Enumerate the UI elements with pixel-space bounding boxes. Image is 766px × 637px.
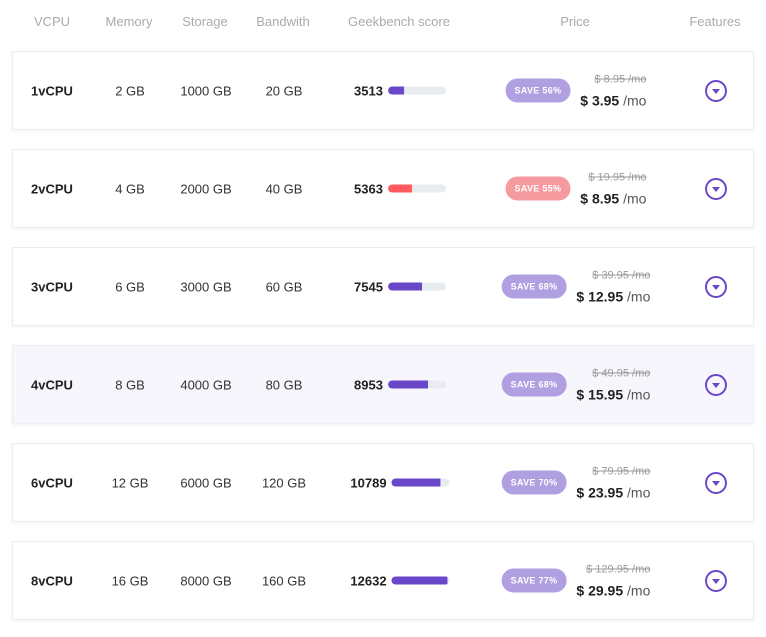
plan-row[interactable]: 1vCPU 2 GB 1000 GB 20 GB 3513 SAVE 56% $… <box>12 51 754 130</box>
bandwidth: 20 GB <box>265 83 303 98</box>
header-memory: Memory <box>105 14 153 29</box>
vcpu: 1vCPU <box>31 83 73 98</box>
score-value: 3513 <box>354 83 383 98</box>
header-vcpu: VCPU <box>33 14 71 29</box>
chevron-down-circle-icon[interactable] <box>705 275 727 298</box>
score-bar-fill <box>387 86 404 95</box>
score-bar-fill <box>387 282 422 291</box>
chevron-down-circle-icon[interactable] <box>705 471 727 494</box>
price: SAVE 56% $ 8.95 /mo $ 3.95 /mo <box>505 73 647 108</box>
header-geekbench: Geekbench score <box>348 14 450 29</box>
plan-row[interactable]: 6vCPU 12 GB 6000 GB 120 GB 10789 SAVE 70… <box>12 443 754 522</box>
score-value: 7545 <box>354 279 383 294</box>
old-price: $ 19.95 /mo <box>588 171 647 183</box>
geekbench-score: 5363 <box>354 181 446 196</box>
current-price: $ 15.95 /mo <box>576 386 651 402</box>
header-storage: Storage <box>182 14 228 29</box>
storage: 4000 GB <box>180 377 232 392</box>
plan-row[interactable]: 4vCPU 8 GB 4000 GB 80 GB 8953 SAVE 68% $… <box>12 345 754 424</box>
save-badge: SAVE 55% <box>505 176 571 201</box>
old-price: $ 79.95 /mo <box>592 465 651 477</box>
current-price: $ 29.95 /mo <box>576 582 651 598</box>
vcpu: 6vCPU <box>31 475 73 490</box>
old-price: $ 129.95 /mo <box>586 563 651 575</box>
plan-row[interactable]: 3vCPU 6 GB 3000 GB 60 GB 7545 SAVE 68% $… <box>12 247 754 326</box>
storage: 1000 GB <box>180 83 232 98</box>
vcpu: 4vCPU <box>31 377 73 392</box>
score-bar <box>387 282 446 291</box>
price: SAVE 68% $ 39.95 /mo $ 12.95 /mo <box>501 269 651 304</box>
price: SAVE 68% $ 49.95 /mo $ 15.95 /mo <box>501 367 651 402</box>
storage: 2000 GB <box>180 181 232 196</box>
current-price: $ 8.95 /mo <box>580 190 647 206</box>
bandwidth: 80 GB <box>265 377 303 392</box>
save-badge: SAVE 70% <box>501 470 567 495</box>
memory: 8 GB <box>115 377 145 392</box>
memory: 16 GB <box>111 573 149 588</box>
current-price: $ 12.95 /mo <box>576 288 651 304</box>
storage: 8000 GB <box>180 573 232 588</box>
vcpu: 8vCPU <box>31 573 73 588</box>
memory: 2 GB <box>115 83 145 98</box>
price: SAVE 55% $ 19.95 /mo $ 8.95 /mo <box>505 171 647 206</box>
memory: 6 GB <box>115 279 145 294</box>
price: SAVE 70% $ 79.95 /mo $ 23.95 /mo <box>501 465 651 500</box>
chevron-down-circle-icon[interactable] <box>705 177 727 200</box>
save-badge: SAVE 77% <box>501 568 567 593</box>
score-bar-fill <box>387 380 428 389</box>
score-bar <box>387 380 446 389</box>
geekbench-score: 7545 <box>354 279 446 294</box>
score-bar <box>391 576 450 585</box>
chevron-down-circle-icon[interactable] <box>705 373 727 396</box>
vcpu: 2vCPU <box>31 181 73 196</box>
score-bar <box>387 86 446 95</box>
score-bar <box>391 478 450 487</box>
save-badge: SAVE 68% <box>501 274 567 299</box>
header-features: Features <box>689 14 741 29</box>
score-value: 5363 <box>354 181 383 196</box>
geekbench-score: 8953 <box>354 377 446 392</box>
header-price: Price <box>560 14 590 29</box>
score-bar-fill <box>387 184 412 193</box>
old-price: $ 39.95 /mo <box>592 269 651 281</box>
price: SAVE 77% $ 129.95 /mo $ 29.95 /mo <box>501 563 651 598</box>
header-bandwidth: Bandwith <box>256 14 310 29</box>
old-price: $ 8.95 /mo <box>594 73 647 85</box>
score-bar <box>387 184 446 193</box>
storage: 6000 GB <box>180 475 232 490</box>
bandwidth: 120 GB <box>261 475 307 490</box>
score-value: 12632 <box>350 573 387 588</box>
geekbench-score: 12632 <box>350 573 450 588</box>
memory: 12 GB <box>111 475 149 490</box>
save-badge: SAVE 68% <box>501 372 567 397</box>
score-value: 10789 <box>350 475 387 490</box>
current-price: $ 23.95 /mo <box>576 484 651 500</box>
geekbench-score: 3513 <box>354 83 446 98</box>
old-price: $ 49.95 /mo <box>592 367 651 379</box>
plan-row[interactable]: 2vCPU 4 GB 2000 GB 40 GB 5363 SAVE 55% $… <box>12 149 754 228</box>
geekbench-score: 10789 <box>350 475 450 490</box>
score-value: 8953 <box>354 377 383 392</box>
current-price: $ 3.95 /mo <box>580 92 647 108</box>
memory: 4 GB <box>115 181 145 196</box>
vcpu: 3vCPU <box>31 279 73 294</box>
score-bar-fill <box>391 478 441 487</box>
bandwidth: 60 GB <box>265 279 303 294</box>
bandwidth: 160 GB <box>261 573 307 588</box>
save-badge: SAVE 56% <box>505 78 571 103</box>
score-bar-fill <box>391 576 448 585</box>
storage: 3000 GB <box>180 279 232 294</box>
plan-row[interactable]: 8vCPU 16 GB 8000 GB 160 GB 12632 SAVE 77… <box>12 541 754 620</box>
bandwidth: 40 GB <box>265 181 303 196</box>
chevron-down-circle-icon[interactable] <box>705 79 727 102</box>
chevron-down-circle-icon[interactable] <box>705 569 727 592</box>
